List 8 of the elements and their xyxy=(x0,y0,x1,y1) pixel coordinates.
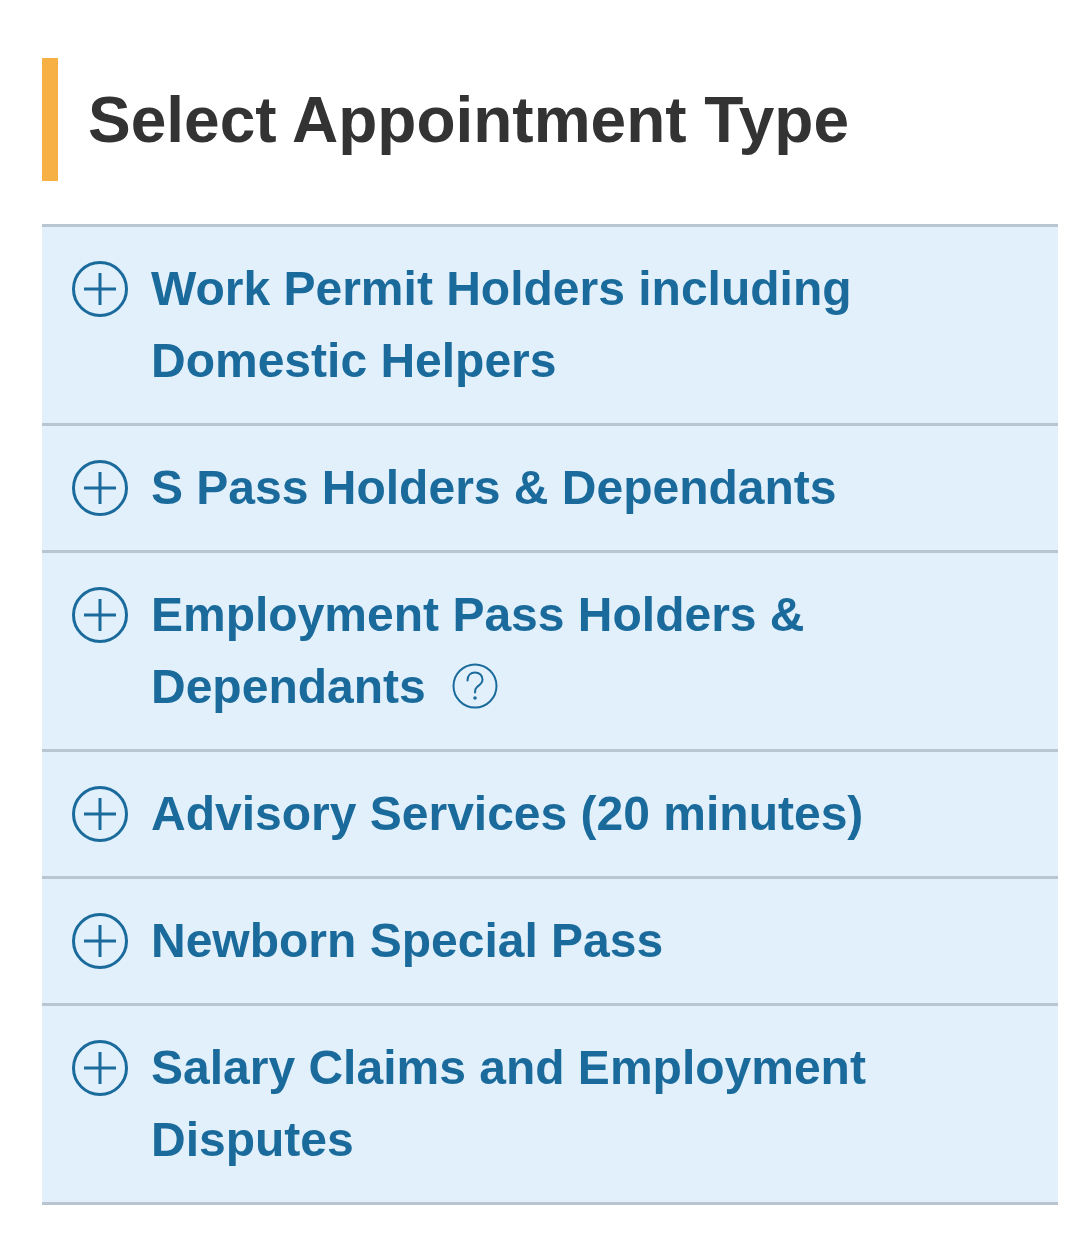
accordion-item[interactable]: Newborn Special Pass xyxy=(42,879,1058,1006)
accordion-item[interactable]: S Pass Holders & Dependants xyxy=(42,426,1058,553)
help-icon[interactable] xyxy=(451,663,498,709)
accordion-item[interactable]: Employment Pass Holders & Dependants xyxy=(42,553,1058,752)
accordion-item[interactable]: Salary Claims and Employment Disputes xyxy=(42,1006,1058,1205)
accordion-item[interactable]: Advisory Services (20 minutes) xyxy=(42,752,1058,879)
accordion-item[interactable]: Work Permit Holders including Domestic Helpers xyxy=(42,227,1058,426)
page-title: Select Appointment Type xyxy=(88,82,849,158)
